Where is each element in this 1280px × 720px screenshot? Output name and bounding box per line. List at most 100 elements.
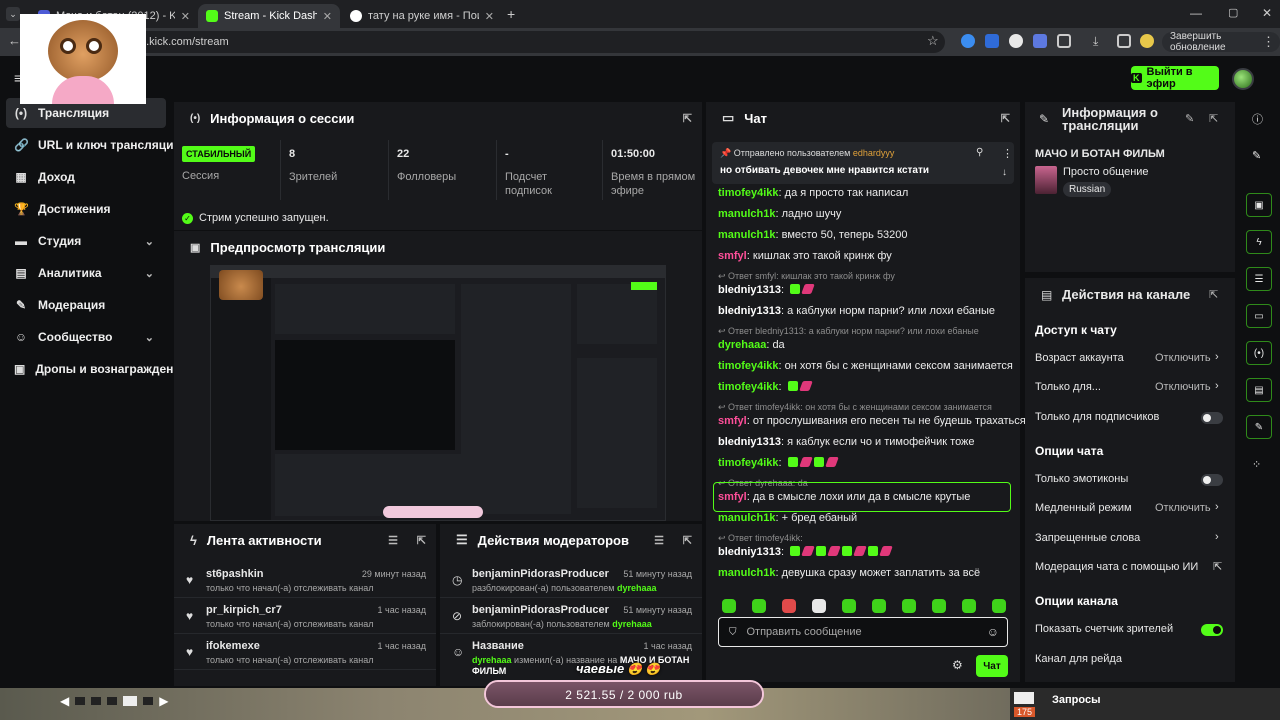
chat-message[interactable]: smfyl: от прослушивания его песен ты не … <box>718 415 1026 427</box>
user-avatar[interactable] <box>1232 68 1254 90</box>
emote-icon[interactable] <box>842 599 856 613</box>
sidebar-item[interactable]: ✎ Модерация <box>6 290 166 320</box>
browser-tab-2[interactable]: тату на руке имя - Поиск в Go... ✕ <box>342 4 502 28</box>
chevron-right-icon[interactable]: › <box>1215 531 1219 543</box>
chat-message[interactable]: dyrehaaa: da <box>718 339 785 351</box>
chat-username[interactable]: bledniy1313 <box>718 305 781 317</box>
toggle-switch[interactable] <box>1201 474 1223 486</box>
close-icon[interactable]: ✕ <box>323 10 332 23</box>
emote-icon[interactable] <box>752 599 766 613</box>
emote-icon[interactable] <box>812 599 826 613</box>
chat-username[interactable]: manulch1k <box>718 208 775 220</box>
popout-icon[interactable]: ⇱ <box>683 534 692 547</box>
chat-message[interactable]: manulch1k: + бред ебаный <box>718 512 857 524</box>
chat-reply-context[interactable]: ↩ Ответ smfyl: кишлак это такой кринж фу <box>718 271 895 282</box>
chat-message[interactable]: bledniy1313: <box>718 284 815 296</box>
emote-icon[interactable] <box>962 599 976 613</box>
stream-preview-video[interactable] <box>210 265 666 521</box>
sidebar-item[interactable]: ▬ Студия ⌄ <box>6 226 166 256</box>
channel-option-label[interactable]: Запрещенные слова <box>1035 532 1140 544</box>
chat-username[interactable]: bledniy1313 <box>718 284 781 296</box>
chat-username[interactable]: timofey4ikk <box>718 457 779 469</box>
info-icon[interactable]: ⓘ <box>1252 111 1263 127</box>
category-name[interactable]: Просто общение <box>1063 166 1149 178</box>
chat-username[interactable]: bledniy1313 <box>718 546 781 558</box>
chat-message[interactable]: timofey4ikk: он хотя бы с женщинами секс… <box>718 360 1013 372</box>
rail-wrench-button[interactable]: ✎ <box>1246 415 1272 439</box>
chevron-down-icon[interactable]: ⌄ <box>145 267 154 280</box>
chat-message[interactable]: smfyl: кишлак это такой кринж фу <box>718 250 892 262</box>
go-live-button[interactable]: K Выйти в эфир <box>1131 66 1219 90</box>
chat-username[interactable]: manulch1k <box>718 512 775 524</box>
rail-video-button[interactable]: ▣ <box>1246 193 1272 217</box>
more-options-icon[interactable]: ⋮ <box>1002 147 1013 160</box>
chat-username[interactable]: timofey4ikk <box>718 187 779 199</box>
chat-message[interactable]: timofey4ikk: <box>718 381 813 393</box>
close-window-button[interactable]: ✕ <box>1262 6 1272 20</box>
chevron-right-icon[interactable]: › <box>1215 351 1219 363</box>
emote-icon[interactable] <box>872 599 886 613</box>
chat-input[interactable]: ⛉ Отправить сообщение ☺ <box>718 617 1008 647</box>
chat-reply-context[interactable]: ↩ Ответ bledniy1313: а каблуки норм парн… <box>718 326 979 337</box>
mod-action-actor[interactable]: dyrehaaa <box>472 655 512 665</box>
chat-message[interactable]: timofey4ikk: <box>718 457 839 469</box>
chat-username[interactable]: timofey4ikk <box>718 360 779 372</box>
channel-option-label[interactable]: Показать счетчик зрителей <box>1035 623 1173 635</box>
chevron-right-icon[interactable]: › <box>1215 380 1219 392</box>
mod-action-actor[interactable]: dyrehaaa <box>617 583 657 593</box>
chat-reply-context[interactable]: ↩ Ответ timofey4ikk: <box>718 533 803 544</box>
popout-icon[interactable]: ⇱ <box>417 534 426 547</box>
chevron-down-icon[interactable]: ⌄ <box>145 235 154 248</box>
channel-option-label[interactable]: Модерация чата с помощью ИИ <box>1035 561 1198 573</box>
add-widget-icon[interactable]: ⁘ <box>1252 458 1261 471</box>
channel-option-label[interactable]: Только для... <box>1035 381 1101 393</box>
chat-settings-icon[interactable]: ⚙ <box>952 658 963 672</box>
chat-message[interactable]: manulch1k: девушка сразу может заплатить… <box>718 567 980 579</box>
browser-menu-icon[interactable]: ⋮ <box>1262 34 1275 50</box>
emote-icon[interactable] <box>722 599 736 613</box>
chat-message[interactable]: bledniy1313: я каблук если чо и тимофейч… <box>718 436 975 448</box>
extension-icon[interactable] <box>1009 34 1023 48</box>
emote-icon[interactable] <box>992 599 1006 613</box>
chat-reply-context[interactable]: ↩ Ответ timofey4ikk: он хотя бы с женщин… <box>718 402 992 413</box>
chat-username[interactable]: bledniy1313 <box>718 436 781 448</box>
bookmark-star-icon[interactable]: ☆ <box>927 33 939 49</box>
puzzle-icon[interactable] <box>1057 34 1071 48</box>
new-tab-button[interactable]: + <box>507 6 515 22</box>
emote-icon[interactable] <box>932 599 946 613</box>
chat-username[interactable]: timofey4ikk <box>718 381 779 393</box>
extension-icon[interactable] <box>961 34 975 48</box>
sidebar-item[interactable]: ▣ Дропы и вознаграждения <box>6 354 188 384</box>
chat-username[interactable]: smfyl <box>718 250 747 262</box>
pinned-by-user[interactable]: edhardyyy <box>853 148 895 158</box>
prev-icon[interactable]: ◀ <box>60 694 69 708</box>
close-icon[interactable]: ✕ <box>485 10 494 23</box>
chat-message[interactable]: bledniy1313: а каблуки норм парни? или л… <box>718 305 995 317</box>
rail-chat-button[interactable]: ▭ <box>1246 304 1272 328</box>
downloads-icon[interactable]: ⤓ <box>1093 34 1107 48</box>
popout-icon[interactable]: ⇱ <box>1209 288 1218 301</box>
chat-message[interactable]: timofey4ikk: да я просто так написал <box>718 187 908 199</box>
toggle-switch[interactable] <box>1201 412 1223 424</box>
next-icon[interactable]: ▶ <box>159 694 168 708</box>
sidebar-icon[interactable] <box>1117 34 1131 48</box>
chat-message[interactable]: manulch1k: вместо 50, теперь 53200 <box>718 229 908 241</box>
chat-username[interactable]: manulch1k <box>718 567 775 579</box>
popout-icon[interactable]: ⇱ <box>1001 112 1010 125</box>
sidebar-item[interactable]: ▤ Аналитика ⌄ <box>6 258 166 288</box>
unpin-icon[interactable]: ⚲ <box>976 147 983 158</box>
browser-tab-1[interactable]: Stream - Kick Dashboard ✕ <box>198 4 340 28</box>
pen-icon[interactable]: ✎ <box>1252 149 1261 162</box>
channel-option-label[interactable]: Медленный режим <box>1035 502 1132 514</box>
chat-message[interactable]: bledniy1313: <box>718 546 893 558</box>
popout-icon[interactable]: ⇱ <box>683 112 692 125</box>
channel-option-label[interactable]: Возраст аккаунта <box>1035 352 1124 364</box>
sidebar-item[interactable]: ▦ Доход <box>6 162 166 192</box>
maximize-button[interactable]: ▢ <box>1228 6 1238 19</box>
sidebar-item[interactable]: 🏆 Достижения <box>6 194 166 224</box>
url-field[interactable]: d.kick.com/stream <box>100 31 945 53</box>
chat-message[interactable]: manulch1k: ладно шучу <box>718 208 841 220</box>
close-icon[interactable]: ✕ <box>181 10 190 23</box>
minimize-button[interactable]: — <box>1190 6 1202 20</box>
rail-lightning-button[interactable]: ϟ <box>1246 230 1272 254</box>
